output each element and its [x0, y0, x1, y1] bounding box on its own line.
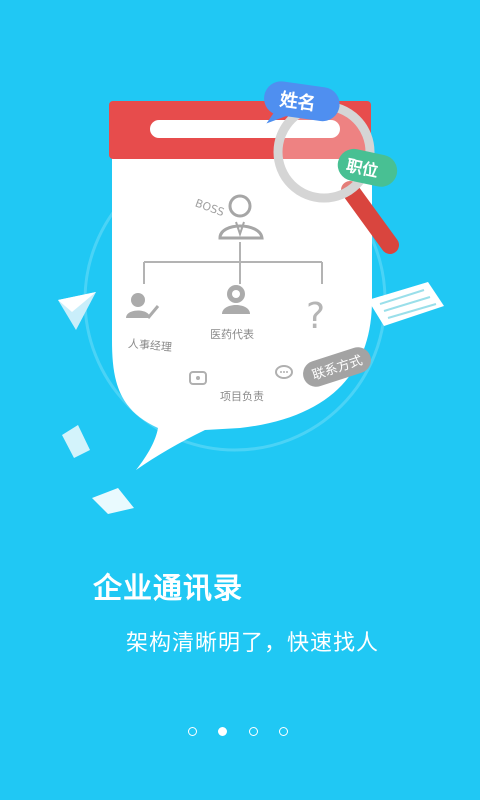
intro-illustration: BOSS 人事经理 医药代表 ? 项目负责 联系方式 姓名 职位 — [58, 81, 444, 514]
intro-subtitle: 架构清晰明了，快速找人 — [126, 631, 380, 656]
intro-title: 企业通讯录 — [93, 571, 244, 605]
page-indicator[interactable] — [0, 727, 480, 743]
org-node-label: 医药代表 — [210, 327, 254, 341]
document-icon — [368, 282, 444, 326]
paper-bit-icon — [92, 488, 134, 514]
contact-label: 项目负责 — [220, 389, 264, 403]
paper-bit-icon — [62, 425, 90, 458]
page-dot-4[interactable] — [279, 727, 288, 736]
paper-plane-icon — [58, 292, 96, 330]
question-mark-icon: ? — [306, 296, 325, 337]
page-dot-3[interactable] — [249, 727, 258, 736]
page-dot-2[interactable] — [218, 727, 227, 736]
page-dot-1[interactable] — [188, 727, 197, 736]
